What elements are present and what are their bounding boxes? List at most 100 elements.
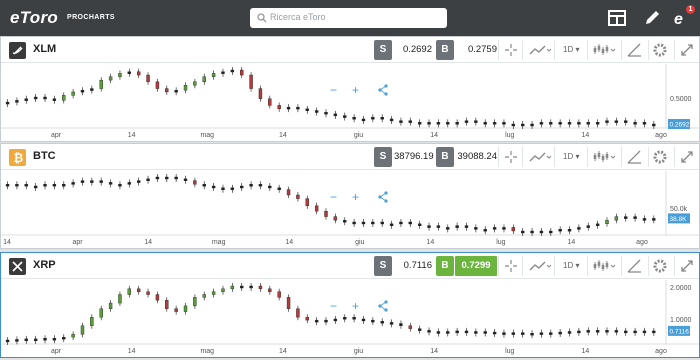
notification-badge[interactable]: 1 <box>686 5 695 14</box>
x-axis-tick: ago <box>655 348 667 355</box>
price-chart[interactable]: 2.00001.0000apr 14 mag 14 giu 14 lug 14 ago− +0.7… <box>1 280 699 358</box>
crosshair-icon[interactable] <box>503 40 519 60</box>
zoom-controls[interactable]: − + <box>321 298 391 314</box>
pencil-icon[interactable] <box>642 8 662 28</box>
expand-icon[interactable] <box>679 149 695 165</box>
zoom-in-button[interactable]: + <box>352 299 359 313</box>
candle <box>174 87 178 96</box>
candles-icon[interactable] <box>592 256 618 276</box>
candle <box>324 208 328 220</box>
candle <box>492 329 497 338</box>
zoom-in-button[interactable]: + <box>352 190 359 204</box>
timeframe-select[interactable]: 1D ▾ <box>563 261 579 270</box>
buy-price[interactable]: 39088.24 <box>455 151 497 162</box>
candle <box>240 67 244 79</box>
candle <box>408 322 413 332</box>
sell-button[interactable]: S <box>374 40 392 60</box>
candles-icon[interactable] <box>592 40 618 60</box>
last-price-tag: 0.7116 <box>668 325 690 336</box>
candle <box>296 305 300 321</box>
chart-panel-xrp[interactable]: XRP S 0.7116 B 0.7299 1D ▾ 2.0000 1.0000 apr 14 ma… <box>0 252 700 358</box>
draw-tool-icon[interactable] <box>625 147 645 167</box>
instrument-name[interactable]: XLM <box>33 43 56 55</box>
chart-type-icon[interactable] <box>528 256 552 276</box>
candles-icon[interactable] <box>592 147 618 167</box>
expand-icon[interactable] <box>679 258 695 274</box>
last-price-tag: 38.8K <box>668 213 690 224</box>
x-axis-tick: lug <box>505 132 514 139</box>
candle <box>211 70 216 80</box>
price-chart[interactable]: 0.5000apr 14 mag 14 giu 14 lug 14 ago− +0.2692 <box>1 64 699 142</box>
candle <box>136 68 141 79</box>
toolbar-separator <box>674 40 675 60</box>
zoom-controls[interactable]: − + <box>321 189 391 205</box>
instrument-name[interactable]: BTC <box>33 150 56 162</box>
sell-button[interactable]: S <box>374 147 392 167</box>
draw-tool-icon[interactable] <box>625 256 645 276</box>
chart-panel-btc[interactable]: ₿ BTC S 38796.19 B 39088.24 1D ▾ 50.0k 14 apr 14 ma… <box>0 143 700 249</box>
zoom-out-button[interactable]: − <box>330 83 337 97</box>
crosshair-icon[interactable] <box>503 147 519 167</box>
buy-price[interactable]: 0.2759 <box>455 44 497 55</box>
x-axis-tick: giu <box>355 239 364 246</box>
x-axis-tick: ago <box>636 239 648 246</box>
gear-icon[interactable] <box>652 149 668 165</box>
x-axis-tick: 14 <box>128 132 136 139</box>
layout-icon[interactable] <box>607 8 627 28</box>
price-chart[interactable]: 50.0k14 apr 14 mag 14 giu 14 lug 14 ago− +38.8K <box>1 171 699 249</box>
timeframe-select[interactable]: 1D ▾ <box>563 45 579 54</box>
sell-price[interactable]: 38796.19 <box>394 151 434 162</box>
candle <box>211 288 216 298</box>
sell-button[interactable]: S <box>374 256 392 276</box>
search-input[interactable]: Ricerca eToro <box>250 8 447 28</box>
candle <box>202 181 206 190</box>
candle <box>99 77 103 92</box>
candle <box>343 217 347 226</box>
toolbar-separator <box>621 147 622 167</box>
y-axis-label: 1.0000 <box>670 317 692 324</box>
expand-icon[interactable] <box>679 42 695 58</box>
svg-text:₿: ₿ <box>14 151 24 165</box>
candle <box>108 179 113 188</box>
buy-button[interactable]: B <box>436 256 454 276</box>
candle <box>633 119 637 128</box>
candle <box>577 327 581 336</box>
toolbar-separator <box>621 40 622 60</box>
y-axis-label: 50.0k <box>670 206 688 213</box>
candle <box>352 219 356 227</box>
etoro-logo[interactable]: eToro <box>10 8 58 28</box>
x-axis-tick: apr <box>51 348 62 355</box>
candle <box>268 183 272 191</box>
toolbar-separator <box>522 40 523 60</box>
candle <box>492 224 497 233</box>
draw-tool-icon[interactable] <box>625 40 645 60</box>
gear-icon[interactable] <box>652 258 668 274</box>
buy-button[interactable]: B <box>436 147 454 167</box>
candle <box>127 285 132 298</box>
candle <box>165 297 169 312</box>
sell-price[interactable]: 0.2692 <box>394 44 432 55</box>
chart-type-icon[interactable] <box>528 40 552 60</box>
candle <box>652 327 656 336</box>
instrument-name[interactable]: XRP <box>33 259 56 271</box>
gear-icon[interactable] <box>652 42 668 58</box>
toolbar-separator <box>648 147 649 167</box>
zoom-controls[interactable]: − + <box>321 82 391 98</box>
chart-type-icon[interactable] <box>528 147 552 167</box>
buy-price[interactable]: 0.7299 <box>455 256 497 276</box>
buy-button[interactable]: B <box>436 40 454 60</box>
btc-icon: ₿ <box>9 149 26 166</box>
candle <box>52 95 57 104</box>
crosshair-icon[interactable] <box>503 256 519 276</box>
zoom-in-button[interactable]: + <box>352 83 359 97</box>
candle <box>624 117 628 126</box>
zoom-out-button[interactable]: − <box>330 299 337 313</box>
candle <box>24 181 28 190</box>
sell-price[interactable]: 0.7116 <box>394 260 432 271</box>
candle <box>446 224 450 233</box>
timeframe-select[interactable]: 1D ▾ <box>563 152 579 161</box>
chart-panel-xlm[interactable]: XLM S 0.2692 B 0.2759 1D ▾ 0.5000 apr 14 mag 14 giu… <box>0 36 700 142</box>
candle <box>642 327 647 336</box>
zoom-out-button[interactable]: − <box>330 190 337 204</box>
candle <box>5 181 10 190</box>
